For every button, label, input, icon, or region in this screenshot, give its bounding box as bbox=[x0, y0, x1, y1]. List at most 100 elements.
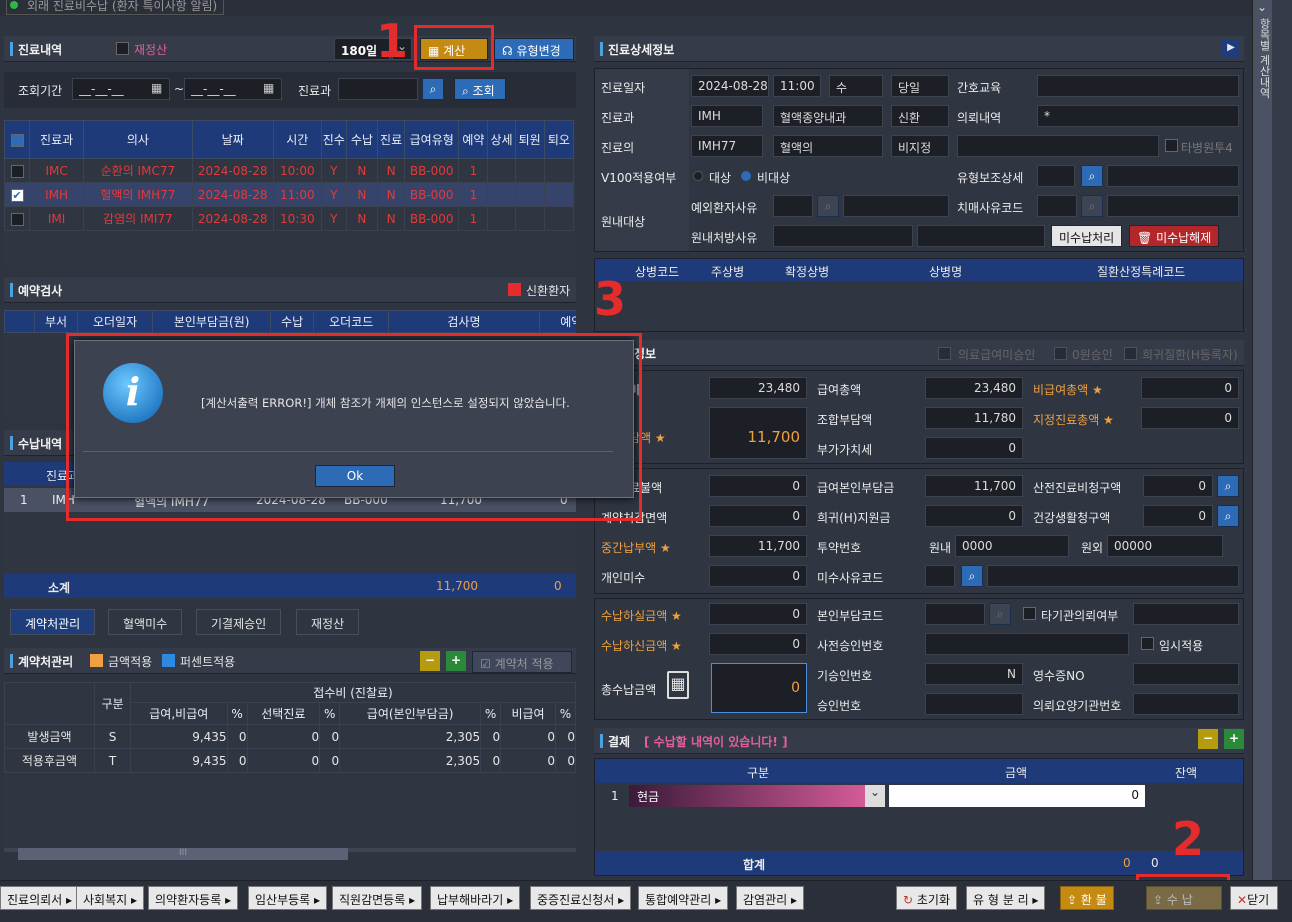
select-all-checkbox[interactable] bbox=[10, 133, 24, 147]
table-row[interactable]: IMC 순환의 IMC77 2024-08-28 10:00 Y N N BB-000 1 bbox=[4, 158, 575, 183]
table-row[interactable]: 적용후금액 T 9,435 0 0 0 2,305 0 0 0 bbox=[4, 748, 576, 773]
total-payment-input[interactable]: 0 bbox=[711, 663, 807, 713]
chevron-down-icon[interactable]: ⌄ bbox=[865, 785, 885, 807]
field: 0 bbox=[709, 505, 807, 527]
bottom-button[interactable]: 통합예약관리 ▸ bbox=[638, 886, 729, 910]
bottom-button[interactable]: 사회복지 ▸ bbox=[76, 886, 145, 910]
multi-checkbox[interactable] bbox=[1165, 139, 1178, 152]
self-code-input[interactable] bbox=[925, 603, 985, 625]
amount-label: 금액적용 bbox=[108, 655, 153, 669]
reset-button[interactable]: ↻ 초기화 bbox=[896, 886, 958, 910]
type-assist-input[interactable] bbox=[1037, 165, 1075, 187]
calendar-icon[interactable]: ▦ bbox=[263, 81, 274, 95]
opt-checkbox[interactable] bbox=[938, 347, 951, 360]
search-icon[interactable]: ⌕ bbox=[1081, 165, 1103, 187]
search-icon[interactable]: ⌕ bbox=[961, 565, 983, 587]
table-row[interactable]: 발생금액 S 9,435 0 0 0 2,305 0 0 0 bbox=[4, 724, 576, 749]
horizontal-scrollbar-thumb[interactable]: III bbox=[18, 848, 348, 860]
outside-no: 00000 bbox=[1107, 535, 1223, 557]
method-amount[interactable]: 0 bbox=[889, 785, 1145, 807]
pay-button[interactable]: ⇪ 수 납 bbox=[1146, 886, 1222, 910]
minus-button[interactable]: − bbox=[420, 651, 440, 671]
annotation-box bbox=[66, 333, 642, 521]
split-button[interactable]: 유 형 분 리 ▸ bbox=[966, 886, 1046, 910]
bottom-button[interactable]: 진료의뢰서 ▸ bbox=[0, 886, 80, 910]
tab-contract[interactable]: 계약처관리 bbox=[10, 609, 96, 635]
contract-title: 계약처관리 bbox=[18, 655, 74, 669]
temp-checkbox[interactable] bbox=[1141, 637, 1154, 650]
unpaid-code-input[interactable] bbox=[925, 565, 955, 587]
side-panel[interactable]: ⌄ 항목별 계산내역 bbox=[1252, 0, 1272, 880]
col-header: 예약 bbox=[538, 310, 576, 333]
search-icon[interactable]: ⌕ bbox=[1217, 505, 1239, 527]
tab-recheck[interactable]: 재정산 bbox=[296, 609, 360, 635]
received-amount[interactable]: 0 bbox=[709, 633, 807, 655]
minus-button[interactable]: − bbox=[1198, 729, 1218, 749]
plus-button[interactable]: + bbox=[446, 651, 466, 671]
tab-blood-unpaid[interactable]: 혈액미수 bbox=[108, 609, 183, 635]
receipt-input[interactable] bbox=[1133, 663, 1239, 685]
search-icon[interactable]: ⌕ bbox=[422, 78, 444, 100]
col-header: 검사명 bbox=[388, 310, 540, 333]
unpaid-process-button[interactable]: 미수납처리 bbox=[1051, 225, 1123, 247]
radio-non-target[interactable] bbox=[741, 171, 751, 181]
col-header: 수납 bbox=[270, 310, 315, 333]
approval2-input[interactable] bbox=[925, 693, 1023, 715]
bottom-button[interactable]: 임산부등록 ▸ bbox=[248, 886, 328, 910]
pre-approval-input[interactable] bbox=[925, 633, 1129, 655]
amount-summary: 비 23,480 급여총액 23,480 비급여총액 ★ 0 담액 ★ 11,7… bbox=[594, 370, 1244, 464]
detail-form: 진료일자 2024-08-28 11:00 수 당일 간호교육 진료과 IMH … bbox=[594, 68, 1244, 252]
annotation-number: 1 bbox=[376, 14, 409, 68]
req-org-input[interactable] bbox=[1133, 693, 1239, 715]
rx-reason-input[interactable] bbox=[773, 225, 913, 247]
bottom-button[interactable]: 직원감면등록 ▸ bbox=[332, 886, 423, 910]
tab-approval[interactable]: 기결제승인 bbox=[196, 609, 282, 635]
opt-checkbox[interactable] bbox=[1054, 347, 1067, 360]
recheck-checkbox[interactable] bbox=[116, 42, 129, 55]
approval-input[interactable]: N bbox=[925, 663, 1023, 685]
bill-amount: 0 bbox=[709, 603, 807, 625]
diagnosis-table: 상병코드 주상병 확정상병 상병명 질환산정특례코드 bbox=[594, 258, 1244, 332]
search-icon[interactable]: ⌕ bbox=[1081, 195, 1103, 217]
unpaid-cancel-button[interactable]: 🗑 미수납해제 bbox=[1129, 225, 1220, 247]
other-req-input[interactable] bbox=[1133, 603, 1239, 625]
search-icon[interactable]: ⌕ bbox=[817, 195, 839, 217]
type-change-button[interactable]: ☊ 유형변경 bbox=[494, 38, 574, 60]
search-button[interactable]: ⌕ 조회 bbox=[454, 78, 506, 100]
search-icon[interactable]: ⌕ bbox=[1217, 475, 1239, 497]
table-row[interactable]: 1 현금 ⌄ 0 bbox=[595, 785, 1243, 807]
dementia-desc bbox=[1107, 195, 1239, 217]
dementia-input[interactable] bbox=[1037, 195, 1077, 217]
refresh-icon: ↻ bbox=[903, 893, 914, 907]
table-row[interactable]: IMI 감염의 IMI77 2024-08-28 10:30 Y N N BB-000 1 bbox=[4, 206, 575, 231]
plus-button[interactable]: + bbox=[1224, 729, 1244, 749]
contract-apply-button[interactable]: ☑ 계약처 적용 bbox=[472, 651, 572, 673]
bottom-button[interactable]: 중증진료신청서 ▸ bbox=[530, 886, 632, 910]
chevron-right-icon[interactable]: ▶ bbox=[1222, 39, 1240, 57]
request-input[interactable]: * bbox=[1037, 105, 1239, 127]
bottom-button[interactable]: 납부해바라기 ▸ bbox=[430, 886, 521, 910]
other-req-checkbox[interactable] bbox=[1023, 607, 1036, 620]
chevron-down-icon[interactable]: ⌄ bbox=[1257, 0, 1267, 14]
dept-input[interactable] bbox=[338, 78, 418, 100]
visit-time: 11:00 bbox=[773, 75, 821, 97]
bottom-button[interactable]: 의약환자등록 ▸ bbox=[148, 886, 239, 910]
opt-checkbox[interactable] bbox=[1124, 347, 1137, 360]
ex-reason-desc bbox=[843, 195, 949, 217]
calendar-icon[interactable]: ▦ bbox=[151, 81, 162, 95]
ex-reason-input[interactable] bbox=[773, 195, 813, 217]
bottom-button[interactable]: 감염관리 ▸ bbox=[736, 886, 805, 910]
history-table: 진료과 의사 날짜 시간 진수 수납 진료 급여유형 예약 상세 퇴원 퇴오 I… bbox=[4, 120, 575, 231]
field: 0 bbox=[1143, 505, 1213, 527]
edu-input[interactable] bbox=[1037, 75, 1239, 97]
radio-target[interactable] bbox=[693, 171, 703, 181]
close-button[interactable]: ✕닫기 bbox=[1230, 886, 1278, 910]
table-row-selected[interactable]: ✔ IMH 혈액의 IMH77 2024-08-28 11:00 Y N N BB-000 1 bbox=[4, 182, 575, 207]
calculator-icon[interactable]: ▦ bbox=[667, 671, 689, 699]
refund-button[interactable]: ⇪ 환 불 bbox=[1060, 886, 1114, 910]
side-scroll[interactable] bbox=[1272, 0, 1292, 880]
method-select[interactable]: 현금 ⌄ bbox=[629, 785, 885, 807]
side-panel-label: 항목별 계산내역 bbox=[1258, 18, 1271, 99]
nonpay-total: 0 bbox=[1141, 377, 1239, 399]
search-icon[interactable]: ⌕ bbox=[989, 603, 1011, 625]
